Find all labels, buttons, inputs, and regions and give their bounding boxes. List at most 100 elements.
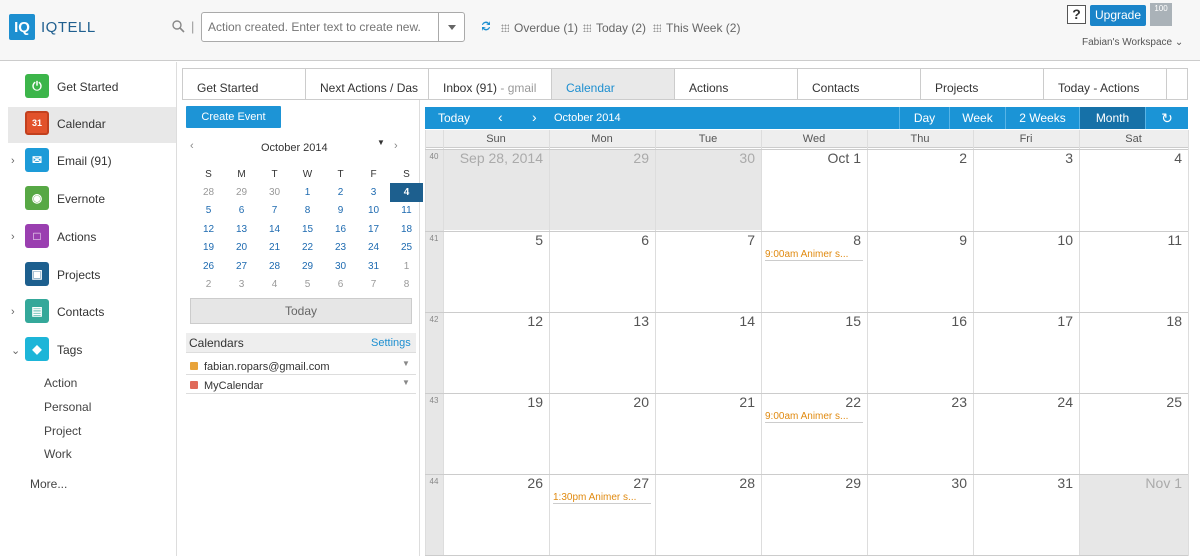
day-number[interactable]: 30 <box>655 150 755 166</box>
day-number[interactable]: 20 <box>549 394 649 410</box>
day-number[interactable]: 29 <box>549 150 649 166</box>
mini-calendar-day[interactable]: 4 <box>390 183 423 202</box>
caret-down-icon[interactable]: ▼ <box>402 359 410 368</box>
mini-calendar-day[interactable]: 23 <box>324 239 357 258</box>
tab-projects[interactable]: Projects <box>921 69 1044 99</box>
day-number[interactable]: 21 <box>655 394 755 410</box>
day-number[interactable]: 13 <box>549 313 649 329</box>
sidebar-item-contacts[interactable]: › ▤ Contacts <box>8 295 176 331</box>
mini-calendar-day[interactable]: 20 <box>225 239 258 258</box>
mini-calendar-day[interactable]: 4 <box>258 276 291 295</box>
day-number[interactable]: 23 <box>867 394 967 410</box>
sidebar-item-actions[interactable]: › □ Actions <box>8 220 176 256</box>
day-number[interactable]: 25 <box>1079 394 1182 410</box>
mini-calendar-day[interactable]: 31 <box>357 257 390 276</box>
tab-actions[interactable]: Actions <box>675 69 798 99</box>
day-number[interactable]: Sep 28, 2014 <box>443 150 543 166</box>
tab-inbox[interactable]: Inbox (91) - gmail <box>429 69 552 99</box>
refresh-icon[interactable]: ↻ <box>1145 107 1188 129</box>
mini-calendar-day[interactable]: 15 <box>291 220 324 239</box>
chevron-left-icon[interactable]: ‹ <box>190 140 194 152</box>
mini-calendar-day[interactable]: 29 <box>291 257 324 276</box>
mini-calendar-day[interactable]: 5 <box>192 202 225 221</box>
filter-today[interactable]: Today (2) <box>583 21 646 35</box>
day-number[interactable]: 6 <box>549 232 649 248</box>
day-number[interactable]: 26 <box>443 475 543 491</box>
mini-calendar-day[interactable]: 12 <box>192 220 225 239</box>
day-number[interactable]: 30 <box>867 475 967 491</box>
mini-calendar-day[interactable]: 10 <box>357 202 390 221</box>
day-number[interactable]: 5 <box>443 232 543 248</box>
calendar-today-button[interactable]: Today <box>438 111 470 125</box>
chevron-right-icon[interactable]: › <box>11 231 15 243</box>
day-number[interactable]: 4 <box>1079 150 1182 166</box>
mini-calendar-day[interactable]: 30 <box>258 183 291 202</box>
mini-calendar-day[interactable]: 28 <box>192 183 225 202</box>
day-number[interactable]: 16 <box>867 313 967 329</box>
sidebar-item-tags[interactable]: ⌄ ◆ Tags <box>8 333 176 369</box>
day-number[interactable]: 19 <box>443 394 543 410</box>
day-number[interactable]: 3 <box>973 150 1073 166</box>
sidebar-item-get-started[interactable]: ⏻ Get Started <box>8 70 176 106</box>
sidebar-item-evernote[interactable]: ◉ Evernote <box>8 182 176 218</box>
mini-calendar-day[interactable]: 27 <box>225 257 258 276</box>
mini-calendar-day[interactable]: 26 <box>192 257 225 276</box>
day-number[interactable]: 15 <box>761 313 861 329</box>
quick-entry-input[interactable] <box>201 12 439 42</box>
search-icon[interactable] <box>171 19 185 33</box>
day-number[interactable]: 31 <box>973 475 1073 491</box>
sidebar-item-email[interactable]: › ✉ Email (91) <box>8 144 176 180</box>
chevron-right-icon[interactable]: › <box>394 140 398 152</box>
day-number[interactable]: 14 <box>655 313 755 329</box>
mini-calendar-day[interactable]: 7 <box>258 202 291 221</box>
calendar-entry-gmail[interactable]: fabian.ropars@gmail.com ▼ <box>186 357 416 375</box>
mini-calendar-day[interactable]: 2 <box>192 276 225 295</box>
mini-calendar-day[interactable]: 8 <box>291 202 324 221</box>
day-number[interactable]: 24 <box>973 394 1073 410</box>
mini-calendar-day[interactable]: 2 <box>324 183 357 202</box>
sidebar-item-calendar[interactable]: 31 Calendar <box>8 107 176 143</box>
tag-project[interactable]: Project <box>44 424 81 438</box>
mini-calendar-day[interactable]: 11 <box>390 202 423 221</box>
mini-calendar-day[interactable]: 29 <box>225 183 258 202</box>
app-logo[interactable]: IQ IQTELL <box>9 14 96 40</box>
mini-calendar-day[interactable]: 3 <box>357 183 390 202</box>
sidebar-item-projects[interactable]: ▣ Projects <box>8 258 176 294</box>
view-day-button[interactable]: Day <box>899 107 949 129</box>
today-button[interactable]: Today <box>190 298 412 324</box>
settings-link[interactable]: Settings <box>371 337 411 349</box>
mini-calendar-day[interactable]: 22 <box>291 239 324 258</box>
tab-get-started[interactable]: Get Started <box>183 69 306 99</box>
day-number[interactable]: 22 <box>761 394 861 410</box>
view-week-button[interactable]: Week <box>949 107 1005 129</box>
mini-calendar-day[interactable]: 1 <box>390 257 423 276</box>
mini-calendar-day[interactable]: 3 <box>225 276 258 295</box>
mini-calendar-day[interactable]: 17 <box>357 220 390 239</box>
calendar-event[interactable]: 1:30pm Animer s... <box>553 492 651 504</box>
tab-contacts[interactable]: Contacts <box>798 69 921 99</box>
day-number[interactable]: Nov 1 <box>1079 475 1182 491</box>
caret-down-icon[interactable]: ▼ <box>402 378 410 387</box>
mini-calendar-day[interactable]: 19 <box>192 239 225 258</box>
chevron-right-icon[interactable]: › <box>11 155 15 167</box>
tab-today-actions[interactable]: Today - Actions <box>1044 69 1167 99</box>
day-number[interactable]: 9 <box>867 232 967 248</box>
view-month-button[interactable]: Month <box>1079 107 1145 129</box>
day-number[interactable]: 8 <box>761 232 861 248</box>
calendar-event[interactable]: 9:00am Animer s... <box>765 249 863 261</box>
mini-calendar-day[interactable]: 13 <box>225 220 258 239</box>
day-number[interactable]: 29 <box>761 475 861 491</box>
mini-calendar-day[interactable]: 14 <box>258 220 291 239</box>
caret-down-icon[interactable]: ▼ <box>377 138 385 147</box>
mini-calendar-day[interactable]: 9 <box>324 202 357 221</box>
mini-calendar-day[interactable]: 28 <box>258 257 291 276</box>
tag-work[interactable]: Work <box>44 447 72 461</box>
mini-calendar-day[interactable]: 1 <box>291 183 324 202</box>
mini-calendar-day[interactable]: 6 <box>225 202 258 221</box>
sync-icon[interactable] <box>480 20 492 32</box>
day-number[interactable]: 27 <box>549 475 649 491</box>
day-number[interactable]: 28 <box>655 475 755 491</box>
mini-calendar-day[interactable]: 5 <box>291 276 324 295</box>
tab-calendar[interactable]: Calendar <box>552 69 675 99</box>
mini-calendar-day[interactable]: 8 <box>390 276 423 295</box>
